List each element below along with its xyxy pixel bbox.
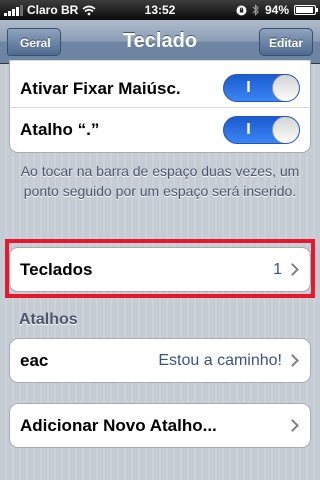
shortcuts-header: Atalhos	[19, 311, 78, 328]
status-bar: Claro BR 13:52 94%	[0, 0, 320, 20]
edit-button[interactable]: Editar	[258, 28, 313, 56]
switch-on-indicator: I	[246, 79, 251, 96]
caps-lock-switch[interactable]: I	[223, 74, 300, 102]
navigation-bar: Geral Teclado Editar	[0, 20, 320, 64]
back-button[interactable]: Geral	[7, 28, 61, 56]
shortcut-phrase: Estou a caminho!	[158, 352, 282, 369]
chevron-right-icon	[286, 354, 299, 367]
period-shortcut-footnote: Ao tocar na barra de espaço duas vezes, …	[20, 163, 300, 199]
back-button-label: Geral	[20, 36, 51, 50]
period-shortcut-switch[interactable]: I	[223, 116, 300, 144]
add-shortcut-group: Adicionar Novo Atalho...	[9, 403, 311, 448]
battery-percent: 94%	[264, 3, 289, 17]
caps-lock-row: Ativar Fixar Maiúsc. I	[10, 60, 310, 107]
toggle-group: Ativar Fixar Maiúsc. I Atalho “.” I	[9, 60, 311, 153]
shortcut-abbrev: eac	[20, 351, 49, 370]
period-shortcut-label: Atalho “.”	[20, 120, 100, 139]
period-shortcut-row: Atalho “.” I	[10, 107, 310, 151]
switch-knob[interactable]	[272, 117, 299, 143]
caps-lock-label: Ativar Fixar Maiúsc.	[20, 79, 181, 98]
add-shortcut-label: Adicionar Novo Atalho...	[20, 416, 217, 435]
switch-knob[interactable]	[272, 75, 299, 101]
bluetooth-icon	[252, 4, 259, 16]
switch-on-indicator: I	[246, 121, 251, 138]
page-title: Teclado	[122, 30, 198, 52]
rotation-lock-icon	[236, 5, 247, 15]
highlight-box	[5, 239, 315, 298]
shortcut-row[interactable]: eac Estou a caminho!	[10, 339, 310, 382]
shortcuts-group: eac Estou a caminho!	[9, 338, 311, 383]
add-shortcut-row[interactable]: Adicionar Novo Atalho...	[10, 404, 310, 447]
status-right: 94%	[236, 3, 318, 17]
chevron-right-icon	[286, 419, 299, 432]
battery-icon	[294, 5, 318, 15]
